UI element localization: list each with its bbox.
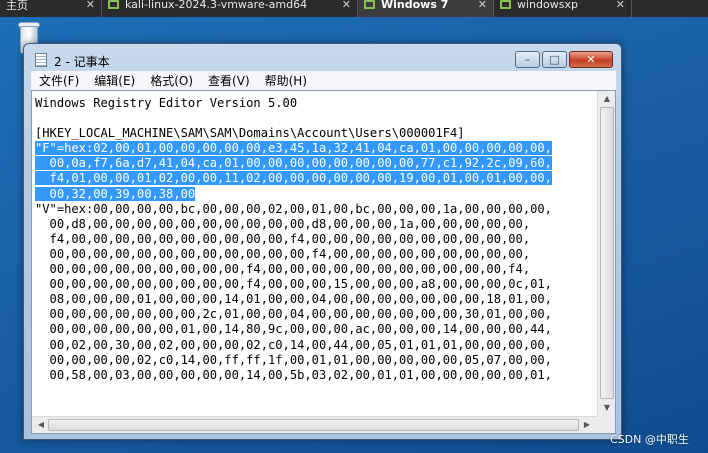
text-line-content: "V"=hex:00,00,00,00,bc,00,00,00,02,00,01… — [35, 201, 552, 216]
scroll-up-icon[interactable]: ▲ — [599, 94, 615, 103]
tab-kali-close-icon[interactable]: ✕ — [342, 0, 351, 11]
notepad-app-icon[interactable] — [35, 53, 47, 67]
text-line[interactable]: 00,00,00,00,02,c0,14,00,ff,ff,1f,00,01,0… — [35, 353, 597, 368]
menu-bar: 文件(F) 编辑(E) 格式(O) 查看(V) 帮助(H) — [31, 71, 616, 90]
text-line-content: f4,00,00,00,00,00,00,00,00,00,00,f4,00,0… — [35, 231, 531, 246]
text-line[interactable]: 00,00,00,00,00,00,00,00,00,00,00,00,f4,0… — [35, 247, 597, 262]
text-content[interactable]: Windows Registry Editor Version 5.00 [HKE… — [35, 96, 597, 409]
menu-format[interactable]: 格式(O) — [142, 72, 200, 89]
text-line-content: 00,00,00,00,00,00,01,00,14,80,9c,00,00,0… — [35, 322, 552, 337]
text-line[interactable]: f4,01,00,00,01,02,00,00,11,02,00,00,00,0… — [35, 171, 597, 186]
text-line-content: 00,00,00,00,00,00,00,00,00,f4,00,00,00,0… — [35, 262, 531, 277]
vertical-scrollbar[interactable]: ▲ ▼ — [597, 91, 615, 416]
tab-home-close-icon[interactable]: ✕ — [86, 0, 95, 11]
vm-tab-bar: 主页 ✕ kali-linux-2024.3-vmware-amd64 ✕ Wi… — [0, 0, 708, 17]
text-line-content: "F"=hex:02,00,01,00,00,00,00,00,e3,45,1a… — [35, 141, 552, 156]
text-line[interactable]: 00,32,00,39,00,38,00 — [35, 186, 597, 202]
tab-windowsxp-close-icon[interactable]: ✕ — [616, 0, 625, 11]
tab-kali-linux[interactable]: kali-linux-2024.3-vmware-amd64 ✕ — [102, 0, 358, 17]
text-line[interactable]: 00,00,00,00,00,00,01,00,14,80,9c,00,00,0… — [35, 322, 597, 337]
menu-edit[interactable]: 编辑(E) — [86, 72, 142, 89]
notepad-window: 2 - 记事本 – □ ✕ 文件(F) 编辑(E) 格式(O) 查看(V) 帮助… — [23, 43, 622, 440]
text-line[interactable]: [HKEY_LOCAL_MACHINE\SAM\SAM\Domains\Acco… — [35, 126, 597, 141]
tab-kali-linux-label: kali-linux-2024.3-vmware-amd64 — [125, 0, 308, 11]
close-button[interactable]: ✕ — [569, 51, 613, 68]
text-line-content: 00,0a,f7,6a,d7,41,04,ca,01,00,00,00,00,0… — [35, 156, 552, 171]
text-line[interactable]: 00,00,00,00,00,00,00,00,00,f4,00,00,00,0… — [35, 262, 597, 277]
menu-help[interactable]: 帮助(H) — [257, 72, 314, 89]
horizontal-scrollbar[interactable]: ◀ ▶ — [32, 416, 597, 433]
text-line-content: 00,32,00,39,00,38,00 — [35, 186, 196, 201]
text-line[interactable]: 00,00,00,00,00,00,00,2c,01,00,00,04,00,0… — [35, 307, 597, 322]
tab-windows-7-close-icon[interactable]: ✕ — [478, 0, 487, 11]
text-line-content: 00,02,00,30,00,02,00,00,00,02,c0,14,00,4… — [35, 337, 552, 352]
vm-icon — [500, 0, 511, 9]
text-line[interactable]: Windows Registry Editor Version 5.00 — [35, 96, 597, 111]
scroll-down-icon[interactable]: ▼ — [599, 403, 615, 412]
tab-windowsxp[interactable]: windowsxp ✕ — [494, 0, 632, 17]
text-line[interactable]: 00,00,00,00,00,00,00,00,00,f4,00,00,00,1… — [35, 277, 597, 292]
scroll-right-icon[interactable]: ▶ — [579, 420, 595, 429]
text-editor[interactable]: Windows Registry Editor Version 5.00 [HKE… — [31, 90, 616, 434]
title-bar[interactable]: 2 - 记事本 – □ ✕ — [24, 44, 621, 72]
text-line-content: 00,00,00,00,00,00,00,00,00,f4,00,00,00,1… — [35, 277, 552, 292]
text-line-content: Windows Registry Editor Version 5.00 — [35, 96, 298, 110]
text-line[interactable] — [35, 111, 597, 126]
tab-windows-7-label: Windows 7 — [381, 0, 449, 11]
text-line-content: 00,d8,00,00,00,00,00,00,00,00,00,00,d8,0… — [35, 216, 531, 231]
text-line-content: 00,58,00,03,00,00,00,00,00,14,00,5b,03,0… — [35, 367, 552, 382]
tab-home[interactable]: 主页 ✕ — [0, 0, 102, 17]
window-title: 2 - 记事本 — [54, 55, 110, 69]
text-line[interactable]: 00,0a,f7,6a,d7,41,04,ca,01,00,00,00,00,0… — [35, 156, 597, 171]
menu-view[interactable]: 查看(V) — [200, 72, 257, 89]
scroll-left-icon[interactable]: ◀ — [33, 420, 49, 429]
minimize-button[interactable]: – — [515, 51, 540, 68]
text-line[interactable]: 08,00,00,00,01,00,00,00,14,01,00,00,04,0… — [35, 292, 597, 307]
vm-icon — [108, 0, 119, 9]
horizontal-scroll-thumb[interactable] — [48, 419, 579, 431]
maximize-button[interactable]: □ — [542, 51, 567, 68]
text-line[interactable]: "F"=hex:02,00,01,00,00,00,00,00,e3,45,1a… — [35, 141, 597, 156]
text-line-content: 00,00,00,00,02,c0,14,00,ff,ff,1f,00,01,0… — [35, 352, 552, 367]
csdn-watermark: CSDN @中职生 — [610, 433, 689, 446]
text-line[interactable]: "V"=hex:00,00,00,00,bc,00,00,00,02,00,01… — [35, 202, 597, 217]
text-line[interactable]: f4,00,00,00,00,00,00,00,00,00,00,f4,00,0… — [35, 232, 597, 247]
tab-windowsxp-label: windowsxp — [517, 0, 578, 11]
menu-file[interactable]: 文件(F) — [31, 72, 86, 89]
text-line-content: [HKEY_LOCAL_MACHINE\SAM\SAM\Domains\Acco… — [35, 126, 465, 141]
text-line-content: 00,00,00,00,00,00,00,00,00,00,00,00,f4,0… — [35, 246, 531, 261]
vertical-scroll-thumb[interactable] — [600, 107, 614, 399]
text-line-content: 00,00,00,00,00,00,00,2c,01,00,00,04,00,0… — [35, 307, 552, 322]
tab-windows-7[interactable]: Windows 7 ✕ — [358, 0, 494, 17]
text-line[interactable]: 00,58,00,03,00,00,00,00,00,14,00,5b,03,0… — [35, 368, 597, 383]
vm-icon — [364, 0, 375, 9]
text-line[interactable]: 00,02,00,30,00,02,00,00,00,02,c0,14,00,4… — [35, 338, 597, 353]
text-line-content: 08,00,00,00,01,00,00,00,14,01,00,00,04,0… — [35, 292, 552, 307]
tab-home-label: 主页 — [6, 0, 28, 12]
text-line[interactable]: 00,d8,00,00,00,00,00,00,00,00,00,00,d8,0… — [35, 217, 597, 232]
text-line-content: f4,01,00,00,01,02,00,00,11,02,00,00,00,0… — [35, 171, 552, 186]
